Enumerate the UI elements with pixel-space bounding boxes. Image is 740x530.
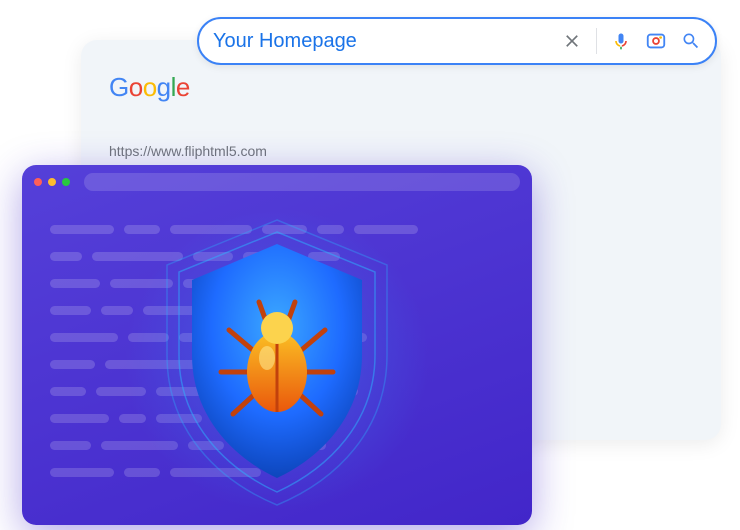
address-bar[interactable] [84, 173, 520, 191]
close-icon[interactable] [562, 31, 582, 51]
logo-letter: o [143, 72, 157, 103]
search-icon-group [562, 28, 701, 54]
traffic-light-close-icon[interactable] [34, 178, 42, 186]
logo-letter: G [109, 72, 129, 103]
logo-letter: g [157, 72, 171, 103]
logo-letter: e [176, 72, 190, 103]
shield-window [22, 165, 532, 525]
shield-icon [137, 210, 417, 510]
lens-icon[interactable] [645, 30, 667, 52]
mic-icon[interactable] [611, 29, 631, 53]
result-url: https://www.fliphtml5.com [109, 143, 693, 159]
search-bar [197, 17, 717, 65]
shield-graphic [137, 210, 417, 510]
search-icon[interactable] [681, 31, 701, 51]
google-logo: G o o g l e [109, 72, 693, 103]
traffic-light-minimize-icon[interactable] [48, 178, 56, 186]
logo-letter: o [129, 72, 143, 103]
traffic-light-zoom-icon[interactable] [62, 178, 70, 186]
divider [596, 28, 597, 54]
search-input[interactable] [213, 30, 562, 53]
